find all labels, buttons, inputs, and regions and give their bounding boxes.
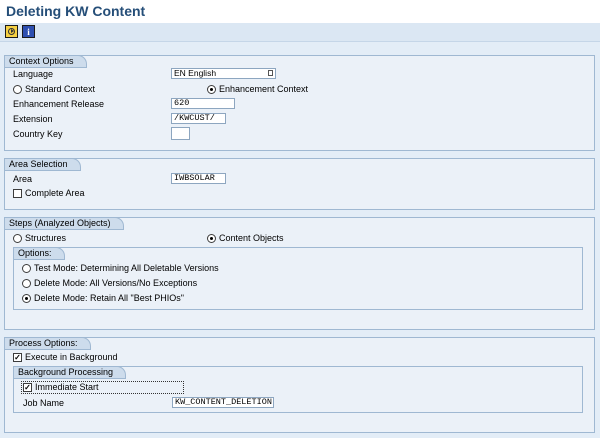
execute-icon [8,28,15,35]
steps-title: Steps (Analyzed Objects) [4,217,124,230]
test-mode-radio[interactable] [22,264,31,273]
process-options-title: Process Options: [4,337,91,350]
content-objects-label: Content Objects [219,233,284,243]
execute-background-label: Execute in Background [25,352,118,362]
complete-area-checkbox[interactable] [13,189,22,198]
background-processing-subgroup: Background Processing ✓ Immediate Start … [13,366,583,413]
standard-context-label: Standard Context [25,84,96,94]
info-button[interactable]: i [22,25,35,38]
toolbar: i [0,23,600,42]
background-processing-title: Background Processing [13,366,127,379]
delete-retain-label: Delete Mode: Retain All "Best PHIOs" [34,293,184,303]
delete-all-radio[interactable] [22,279,31,288]
process-options-group: Process Options: ✓ Execute in Background… [4,337,595,433]
job-name-field[interactable]: KW_CONTENT_DELETION [172,397,274,408]
country-key-field[interactable] [171,127,190,140]
execute-background-checkbox[interactable]: ✓ [13,353,22,362]
structures-label: Structures [25,233,67,243]
area-selection-title: Area Selection [4,158,81,171]
execute-button[interactable] [5,25,18,38]
area-label: Area [13,174,33,184]
value-help-icon[interactable] [268,70,273,76]
content-objects-radio[interactable] [207,234,216,243]
area-field[interactable]: IWBSOLAR [171,173,226,184]
immediate-start-checkbox[interactable]: ✓ [23,383,32,392]
delete-retain-radio[interactable] [22,294,31,303]
test-mode-label: Test Mode: Determining All Deletable Ver… [34,263,219,273]
language-field[interactable]: EN English [171,68,276,79]
context-options-title: Context Options [4,55,87,68]
structures-radio[interactable] [13,234,22,243]
country-key-label: Country Key [13,129,63,139]
extension-label: Extension [13,114,53,124]
immediate-start-label: Immediate Start [35,382,99,392]
standard-context-radio[interactable] [13,85,22,94]
page-title: Deleting KW Content [6,3,146,19]
area-selection-group: Area Selection Area IWBSOLAR Complete Ar… [4,158,595,210]
enhancement-release-field[interactable]: 620 [171,98,235,109]
title-bar: Deleting KW Content [0,0,600,24]
job-name-label: Job Name [23,398,65,408]
steps-group: Steps (Analyzed Objects) Structures Cont… [4,217,595,330]
options-subgroup: Options: Test Mode: Determining All Dele… [13,247,583,310]
language-label: Language [13,69,54,79]
context-options-group: Context Options Language EN English Stan… [4,55,595,151]
delete-all-label: Delete Mode: All Versions/No Exceptions [34,278,198,288]
enhancement-release-label: Enhancement Release [13,99,105,109]
complete-area-label: Complete Area [25,188,85,198]
enhancement-context-label: Enhancement Context [219,84,309,94]
options-title: Options: [13,247,65,260]
enhancement-context-radio[interactable] [207,85,216,94]
extension-field[interactable]: /KWCUST/ [171,113,226,124]
info-icon: i [27,26,30,37]
